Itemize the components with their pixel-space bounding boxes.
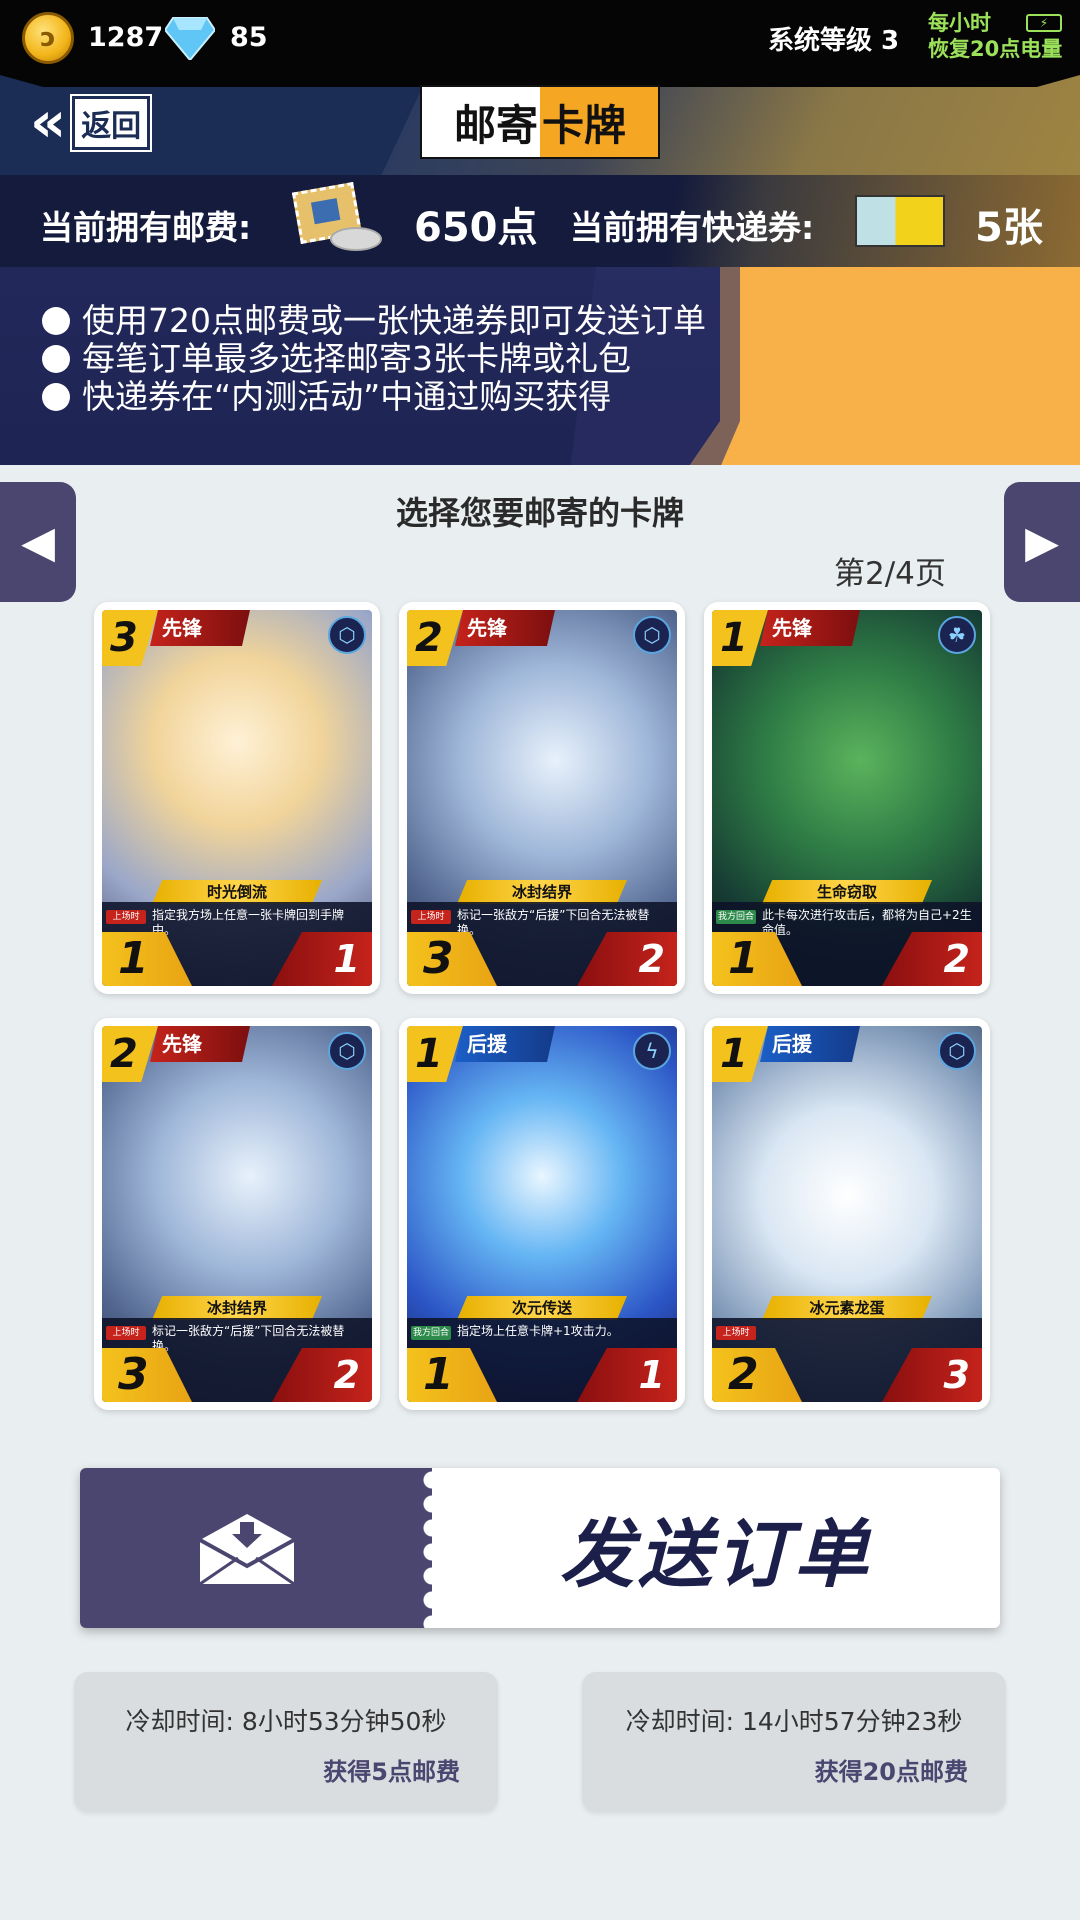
cooldown-time: 冷却时间: 8小时53分钟50秒 xyxy=(125,1707,447,1736)
arrow-right-icon: ▶ xyxy=(1025,516,1059,568)
postage-summary: 当前拥有邮费: 650点 当前拥有快递券: 5张 xyxy=(0,175,1080,267)
card-type: 先锋 xyxy=(150,610,250,646)
card-type: 后援 xyxy=(455,1026,555,1062)
postage-label: 当前拥有邮费: xyxy=(40,208,252,247)
battery-icon: ⚡ xyxy=(1026,14,1062,32)
back-button[interactable]: « 返回 xyxy=(30,93,180,153)
info-item: 快递券在“内测活动”中通过购买获得 xyxy=(42,378,706,416)
ticket-label: 当前拥有快递券: xyxy=(570,208,815,247)
card-type: 先锋 xyxy=(150,1026,250,1062)
card-grid: 3 先锋 ⬡ 时光倒流 上场时 指定我方场上任意一张卡牌回到手牌中。 1 1 2… xyxy=(94,602,990,1410)
card[interactable]: 1 后援 ϟ 次元传送 我方回合 指定场上任意卡牌+1攻击力。 1 1 xyxy=(399,1018,685,1410)
prev-page-button[interactable]: ◀ xyxy=(0,482,76,602)
faction-icon: ☘ xyxy=(938,616,976,654)
card-face: 2 先锋 ⬡ 冰封结界 上场时 标记一张敌方“后援”下回合无法被替换。 3 2 xyxy=(102,1026,372,1402)
recover-line-2: 恢复20点电量 xyxy=(928,37,1063,61)
cooldown-reward: 获得5点邮费 xyxy=(323,1758,460,1786)
faction-icon: ⬡ xyxy=(633,616,671,654)
card-face: 1 后援 ϟ 次元传送 我方回合 指定场上任意卡牌+1攻击力。 1 1 xyxy=(407,1026,677,1402)
card-trigger-tag: 上场时 xyxy=(411,910,451,924)
card-name: 冰元素龙蛋 xyxy=(762,1296,932,1320)
card-type: 先锋 xyxy=(760,610,860,646)
coin-icon: ↄ xyxy=(22,12,74,64)
card[interactable]: 2 先锋 ⬡ 冰封结界 上场时 标记一张敌方“后援”下回合无法被替换。 3 2 xyxy=(399,602,685,994)
card-name: 生命窃取 xyxy=(762,880,932,904)
card-trigger-tag: 我方回合 xyxy=(411,1326,451,1340)
ticket-perforation xyxy=(408,1468,432,1628)
page-title: 邮寄 卡牌 xyxy=(420,85,660,159)
cooldown-reward: 获得20点邮费 xyxy=(814,1758,968,1786)
card-type: 后援 xyxy=(760,1026,860,1062)
faction-icon: ⬡ xyxy=(328,1032,366,1070)
card-name: 冰封结界 xyxy=(457,880,627,904)
next-page-button[interactable]: ▶ xyxy=(1004,482,1080,602)
faction-icon: ϟ xyxy=(633,1032,671,1070)
status-bar: ↄ 1287 85 系统等级 3 每小时 恢复20点电量 ⚡ xyxy=(0,0,1080,75)
card[interactable]: 2 先锋 ⬡ 冰封结界 上场时 标记一张敌方“后援”下回合无法被替换。 3 2 xyxy=(94,1018,380,1410)
express-ticket-icon xyxy=(855,195,945,247)
page-title-part-2: 卡牌 xyxy=(540,87,658,157)
gem-count: 85 xyxy=(230,22,268,53)
cooldown-reward-2[interactable]: 冷却时间: 14小时57分钟23秒 获得20点邮费 xyxy=(582,1672,1006,1812)
system-level: 系统等级 3 xyxy=(768,26,900,56)
header-bar: « 返回 邮寄 卡牌 xyxy=(0,75,1080,175)
card-trigger-tag: 上场时 xyxy=(716,1326,756,1340)
postage-value: 650点 xyxy=(414,205,538,251)
faction-icon: ⬡ xyxy=(938,1032,976,1070)
diamond-icon xyxy=(165,17,215,60)
ticket-value: 5张 xyxy=(975,205,1043,251)
section-title: 选择您要邮寄的卡牌 xyxy=(395,494,684,532)
back-label: 返回 xyxy=(70,94,153,152)
card-trigger-tag: 我方回合 xyxy=(716,910,756,924)
send-order-label: 发送订单 xyxy=(560,1511,872,1598)
card[interactable]: 3 先锋 ⬡ 时光倒流 上场时 指定我方场上任意一张卡牌回到手牌中。 1 1 xyxy=(94,602,380,994)
info-item: 使用720点邮费或一张快递券即可发送订单 xyxy=(42,302,706,340)
info-item: 每笔订单最多选择邮寄3张卡牌或礼包 xyxy=(42,340,706,378)
card-name: 次元传送 xyxy=(457,1296,627,1320)
coin-count: 1287 xyxy=(88,22,164,53)
cooldown-time: 冷却时间: 14小时57分钟23秒 xyxy=(625,1707,963,1736)
card-trigger-tag: 上场时 xyxy=(106,1326,146,1340)
info-list: 使用720点邮费或一张快递券即可发送订单 每笔订单最多选择邮寄3张卡牌或礼包 快… xyxy=(42,302,706,416)
card-name: 冰封结界 xyxy=(152,1296,322,1320)
page-indicator: 第2/4页 xyxy=(834,556,946,592)
envelope-icon xyxy=(200,1514,294,1584)
card[interactable]: 1 后援 ⬡ 冰元素龙蛋 上场时 2 3 xyxy=(704,1018,990,1410)
card-description: 指定场上任意卡牌+1攻击力。 xyxy=(457,1324,619,1338)
card[interactable]: 1 先锋 ☘ 生命窃取 我方回合 此卡每次进行攻击后，都将为自己+2生命值。 1… xyxy=(704,602,990,994)
card-type: 先锋 xyxy=(455,610,555,646)
card-face: 2 先锋 ⬡ 冰封结界 上场时 标记一张敌方“后援”下回合无法被替换。 3 2 xyxy=(407,610,677,986)
card-face: 3 先锋 ⬡ 时光倒流 上场时 指定我方场上任意一张卡牌回到手牌中。 1 1 xyxy=(102,610,372,986)
send-order-icon-panel xyxy=(80,1468,420,1628)
back-chevron-icon: « xyxy=(30,90,66,155)
arrow-left-icon: ◀ xyxy=(21,516,55,568)
silver-coins-icon xyxy=(330,227,382,251)
card-name: 时光倒流 xyxy=(152,880,322,904)
faction-icon: ⬡ xyxy=(328,616,366,654)
card-face: 1 后援 ⬡ 冰元素龙蛋 上场时 2 3 xyxy=(712,1026,982,1402)
card-face: 1 先锋 ☘ 生命窃取 我方回合 此卡每次进行攻击后，都将为自己+2生命值。 1… xyxy=(712,610,982,986)
page-title-part-1: 邮寄 xyxy=(422,87,540,157)
cooldown-reward-1[interactable]: 冷却时间: 8小时53分钟50秒 获得5点邮费 xyxy=(74,1672,498,1812)
card-trigger-tag: 上场时 xyxy=(106,910,146,924)
send-order-button[interactable]: 发送订单 xyxy=(80,1468,1000,1628)
